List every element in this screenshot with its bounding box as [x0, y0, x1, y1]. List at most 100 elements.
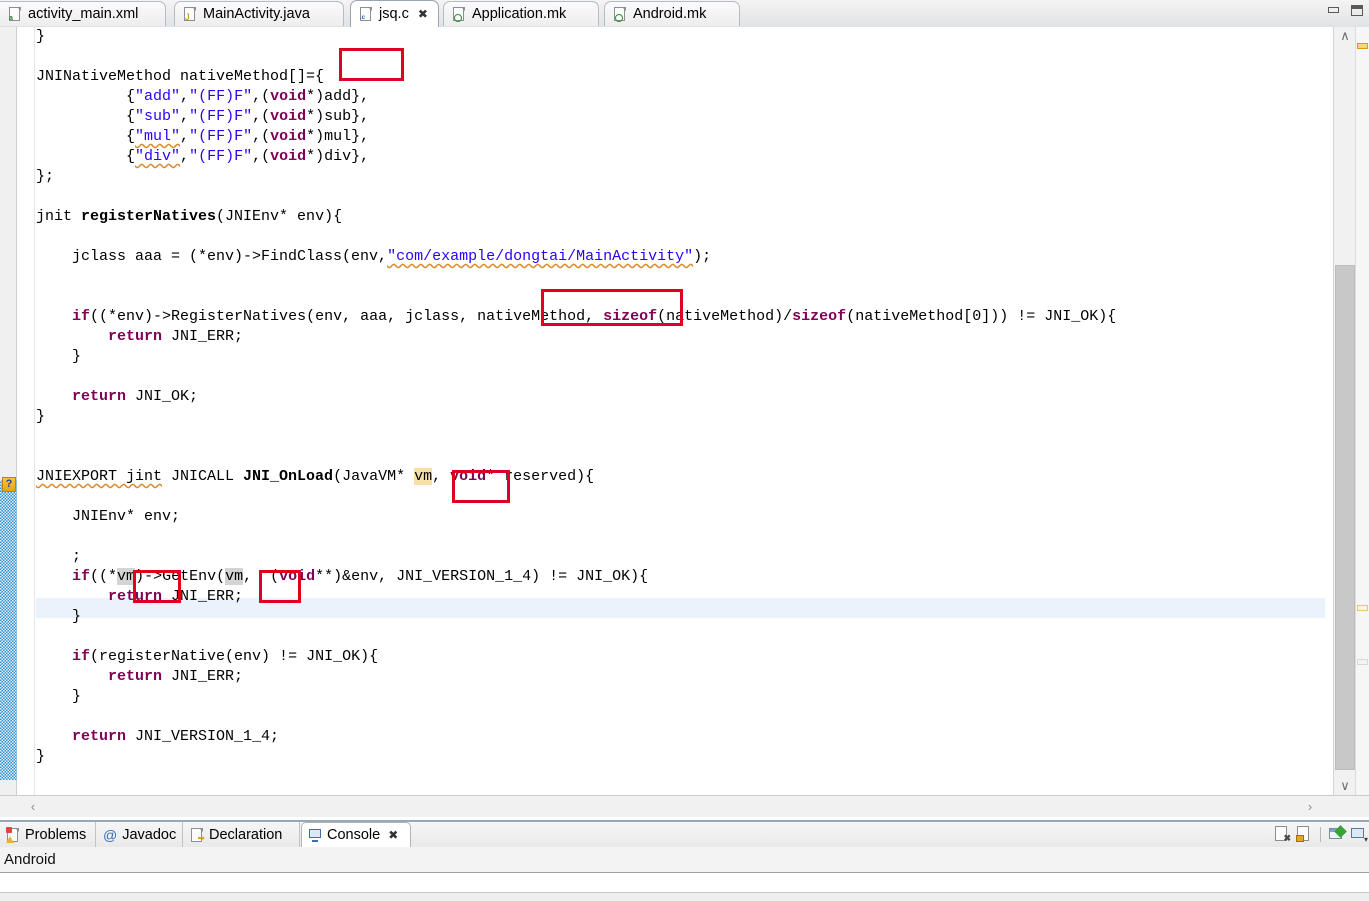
warning-marker-icon[interactable]: ?	[2, 477, 16, 492]
tab-problems[interactable]: Problems	[0, 822, 96, 847]
code-token: "(FF)F"	[189, 148, 253, 165]
code-line[interactable]	[36, 707, 1116, 727]
code-token: JNI_OK;	[126, 388, 199, 405]
code-token: "sub"	[135, 108, 181, 125]
overview-secondary-marker[interactable]	[1357, 659, 1368, 665]
scrollbar-thumb[interactable]	[1335, 265, 1355, 770]
code-line[interactable]	[36, 267, 1116, 287]
code-line[interactable]: }	[36, 407, 1116, 427]
code-line[interactable]: }	[36, 347, 1116, 367]
code-line[interactable]	[36, 627, 1116, 647]
code-line[interactable]: return JNI_ERR;	[36, 587, 1116, 607]
maximize-button[interactable]	[1349, 4, 1365, 18]
code-line[interactable]: }	[36, 687, 1116, 707]
editor-tab-activity-main-xml[interactable]: a activity_main.xml	[0, 1, 166, 26]
editor-annotation-gutter[interactable]: ?	[0, 27, 17, 795]
code-token: "com/example/dongtai/MainActivity"	[387, 248, 694, 265]
code-line[interactable]: {"mul","(FF)F",(void*)mul},	[36, 127, 1116, 147]
code-line[interactable]: JNINativeMethod nativeMethod[]={	[36, 67, 1116, 87]
code-line[interactable]: }	[36, 607, 1116, 627]
pin-console-icon[interactable]	[1328, 825, 1347, 843]
code-token: void	[270, 148, 307, 165]
close-icon[interactable]: ✖	[418, 7, 428, 21]
code-token: ,(	[252, 148, 271, 165]
overview-occurrence-marker[interactable]	[1357, 605, 1368, 611]
editor-tab-label: Android.mk	[633, 6, 707, 22]
scroll-down-icon[interactable]: ∨	[1334, 777, 1356, 795]
close-icon[interactable]: ✖	[388, 828, 398, 842]
code-line[interactable]	[36, 427, 1116, 447]
code-token: ,	[432, 468, 451, 485]
code-line[interactable]	[36, 227, 1116, 247]
code-line[interactable]: if(registerNative(env) != JNI_OK){	[36, 647, 1116, 667]
code-token: JNICALL	[162, 468, 244, 485]
code-line[interactable]: jclass aaa = (*env)->FindClass(env,"com/…	[36, 247, 1116, 267]
code-line[interactable]: {"add","(FF)F",(void*)add},	[36, 87, 1116, 107]
code-line[interactable]: JNIEXPORT jint JNICALL JNI_OnLoad(JavaVM…	[36, 467, 1116, 487]
editor-tab-application-mk[interactable]: Application.mk	[443, 1, 599, 26]
code-line[interactable]: JNIEnv* env;	[36, 507, 1116, 527]
tab-declaration[interactable]: ➥ Declaration	[184, 822, 300, 847]
console-output-body[interactable]	[0, 873, 1369, 893]
code-text-area[interactable]: } JNINativeMethod nativeMethod[]={ {"add…	[36, 27, 1325, 795]
code-line[interactable]: if((*env)->RegisterNatives(env, aaa, jcl…	[36, 307, 1116, 327]
editor-vertical-scrollbar[interactable]: ∧ ∨	[1333, 27, 1355, 795]
editor-horizontal-scrollbar[interactable]: ‹ ›	[0, 795, 1369, 817]
code-line[interactable]: }	[36, 27, 1116, 47]
code-editor[interactable]: ? } JNINativeMethod nativeMethod[]={ {"a…	[0, 27, 1369, 795]
tab-console[interactable]: Console ✖	[301, 822, 411, 847]
code-line[interactable]	[36, 527, 1116, 547]
editor-folding-column[interactable]	[18, 27, 35, 795]
problems-icon	[6, 826, 20, 843]
code-line[interactable]	[36, 367, 1116, 387]
code-line[interactable]: {"sub","(FF)F",(void*)sub},	[36, 107, 1116, 127]
tab-javadoc[interactable]: @ Javadoc	[97, 822, 183, 847]
display-console-icon[interactable]: ▾	[1350, 826, 1368, 844]
code-line[interactable]: {"div","(FF)F",(void*)div},	[36, 147, 1116, 167]
scroll-lock-icon[interactable]	[1296, 826, 1313, 843]
code-token: };	[36, 168, 55, 185]
code-line[interactable]	[36, 287, 1116, 307]
code-token: "mul"	[135, 128, 181, 145]
code-line[interactable]: };	[36, 167, 1116, 187]
code-line[interactable]	[36, 447, 1116, 467]
clear-console-icon[interactable]: ✖	[1274, 826, 1291, 843]
code-token: }	[36, 348, 82, 365]
code-token: return	[108, 588, 163, 605]
editor-tab-jsq-c[interactable]: .c jsq.c ✖	[350, 0, 439, 27]
code-token: void	[270, 88, 307, 105]
code-token: {	[36, 128, 136, 145]
declaration-icon: ➥	[190, 827, 205, 843]
window-controls	[1326, 4, 1365, 18]
code-token: "(FF)F"	[189, 108, 253, 125]
code-token: JNI_ERR;	[162, 668, 244, 685]
code-token: ,	[180, 128, 190, 145]
editor-tab-android-mk[interactable]: Android.mk	[604, 1, 740, 26]
overview-ruler[interactable]	[1355, 27, 1369, 795]
overview-warning-marker[interactable]	[1357, 43, 1368, 49]
editor-tab-mainactivity-java[interactable]: J MainActivity.java	[174, 1, 344, 26]
code-line[interactable]: return JNI_VERSION_1_4;	[36, 727, 1116, 747]
code-line[interactable]: return JNI_ERR;	[36, 667, 1116, 687]
scroll-up-icon[interactable]: ∧	[1334, 27, 1356, 45]
code-line[interactable]	[36, 487, 1116, 507]
code-line[interactable]: }	[36, 747, 1116, 767]
code-line[interactable]: return JNI_OK;	[36, 387, 1116, 407]
code-token: {	[36, 108, 136, 125]
code-line[interactable]	[36, 187, 1116, 207]
code-line[interactable]	[36, 47, 1116, 67]
minimize-button[interactable]	[1326, 4, 1342, 18]
code-line[interactable]: jnit registerNatives(JNIEnv* env){	[36, 207, 1116, 227]
source-code[interactable]: } JNINativeMethod nativeMethod[]={ {"add…	[36, 27, 1116, 767]
code-line[interactable]: if((*vm)->GetEnv(vm, (void**)&env, JNI_V…	[36, 567, 1116, 587]
scroll-right-icon[interactable]: ›	[1299, 796, 1321, 817]
java-file-icon: J	[183, 6, 197, 22]
code-token: sizeof	[603, 308, 658, 325]
code-line[interactable]: return JNI_ERR;	[36, 327, 1116, 347]
scroll-left-icon[interactable]: ‹	[22, 796, 44, 817]
code-line[interactable]: ;	[36, 547, 1116, 567]
code-token: )->GetEnv(	[135, 568, 226, 585]
